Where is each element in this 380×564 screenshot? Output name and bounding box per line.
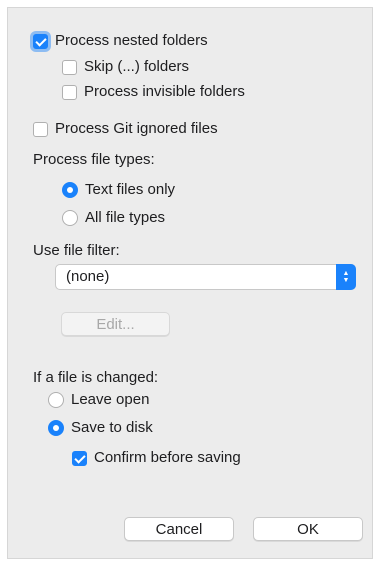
cancel-button[interactable]: Cancel xyxy=(124,517,234,541)
file-filter-select[interactable]: (none) ▲ ▼ xyxy=(55,264,356,290)
text-files-only-radio[interactable] xyxy=(62,182,78,198)
text-files-only-label: Text files only xyxy=(85,181,176,198)
process-git-ignored-label: Process Git ignored files xyxy=(55,120,218,137)
file-types-heading-text: Process file types: xyxy=(33,151,155,168)
all-file-types-label: All file types xyxy=(85,209,166,226)
ok-button[interactable]: OK xyxy=(253,517,363,541)
confirm-before-saving-row[interactable]: Confirm before saving xyxy=(72,449,241,467)
leave-open-radio[interactable] xyxy=(48,392,64,408)
process-nested-folders-checkbox[interactable] xyxy=(33,33,48,49)
process-git-ignored-row[interactable]: Process Git ignored files xyxy=(33,120,218,138)
edit-filter-button-label: Edit... xyxy=(96,315,135,333)
process-nested-folders-label: Process nested folders xyxy=(55,32,208,49)
on-change-heading: If a file is changed: xyxy=(33,369,158,387)
leave-open-label: Leave open xyxy=(71,391,150,408)
file-types-heading: Process file types: xyxy=(33,151,155,169)
skip-folders-row[interactable]: Skip (...) folders xyxy=(62,58,189,76)
process-invisible-folders-label: Process invisible folders xyxy=(84,83,245,100)
process-invisible-folders-row[interactable]: Process invisible folders xyxy=(62,83,245,101)
ok-button-label: OK xyxy=(297,520,319,538)
radio-text-files-only[interactable]: Text files only xyxy=(62,181,175,199)
confirm-before-saving-label: Confirm before saving xyxy=(94,449,241,466)
edit-filter-button[interactable]: Edit... xyxy=(61,312,170,336)
on-change-heading-text: If a file is changed: xyxy=(33,369,159,386)
radio-all-file-types[interactable]: All file types xyxy=(62,209,165,227)
cancel-button-label: Cancel xyxy=(155,520,203,538)
skip-folders-label: Skip (...) folders xyxy=(84,58,190,75)
chevron-up-down-icon[interactable]: ▲ ▼ xyxy=(336,264,356,290)
all-file-types-radio[interactable] xyxy=(62,210,78,226)
process-git-ignored-checkbox[interactable] xyxy=(33,121,48,137)
skip-folders-checkbox[interactable] xyxy=(62,59,77,75)
process-nested-folders-row[interactable]: Process nested folders xyxy=(33,32,208,50)
save-to-disk-label: Save to disk xyxy=(71,419,153,436)
process-invisible-folders-checkbox[interactable] xyxy=(62,84,77,100)
radio-leave-open[interactable]: Leave open xyxy=(48,391,149,409)
save-to-disk-radio[interactable] xyxy=(48,420,64,436)
file-filter-value: (none) xyxy=(66,268,110,285)
radio-save-to-disk[interactable]: Save to disk xyxy=(48,419,153,437)
file-filter-heading: Use file filter: xyxy=(33,242,120,260)
confirm-before-saving-checkbox[interactable] xyxy=(72,450,87,466)
file-filter-heading-text: Use file filter: xyxy=(33,242,120,259)
